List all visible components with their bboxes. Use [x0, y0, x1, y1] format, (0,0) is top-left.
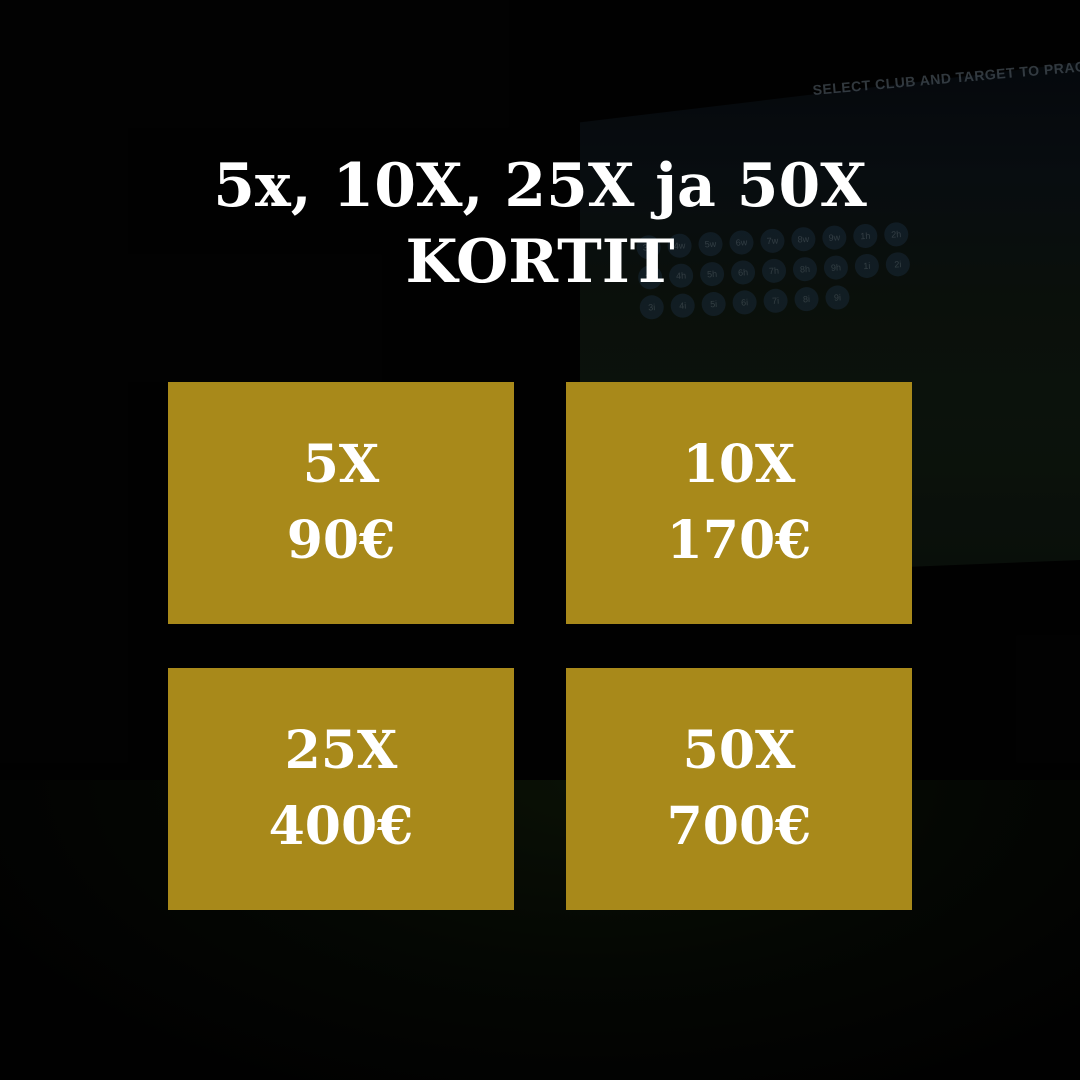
price-card-5x: 5X 90€ — [168, 382, 514, 624]
price-card-50x: 50X 700€ — [566, 668, 912, 910]
page-title-line-1: 5x, 10X, 25X ja 50X — [213, 151, 867, 221]
card-count: 50X — [682, 720, 796, 781]
price-card-10x: 10X 170€ — [566, 382, 912, 624]
page: SELECT CLUB AND TARGET TO PRACTICE 3w 4w… — [0, 0, 1080, 1080]
price-card-25x: 25X 400€ — [168, 668, 514, 910]
card-count: 5X — [302, 434, 380, 495]
card-count: 25X — [284, 720, 398, 781]
card-price: 90€ — [286, 510, 396, 571]
card-price: 170€ — [666, 510, 812, 571]
card-count: 10X — [682, 434, 796, 495]
card-price: 700€ — [666, 796, 812, 857]
page-title: 5x, 10X, 25X ja 50X KORTIT — [0, 148, 1080, 300]
page-title-line-2: KORTIT — [405, 227, 675, 297]
card-price: 400€ — [268, 796, 414, 857]
